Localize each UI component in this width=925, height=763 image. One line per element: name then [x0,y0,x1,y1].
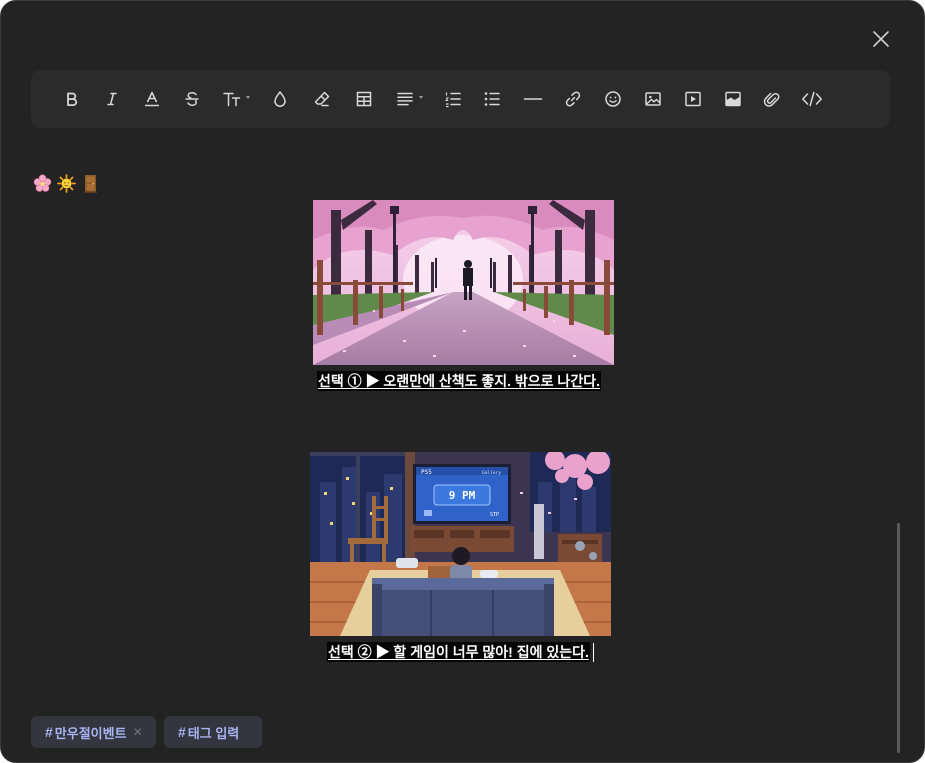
option1-image[interactable] [313,200,614,365]
tv-button: STP [490,512,499,518]
droplet-icon [274,91,286,107]
strikethrough-button[interactable] [180,87,204,111]
tag-chip-event[interactable]: # 만우절이벤트 ✕ [31,716,156,748]
bold-button[interactable] [60,87,84,111]
font-size-button[interactable] [220,87,250,111]
font-size-icon [223,92,241,107]
editor-modal: 선택 ① ▶ 오랜만에 산책도 좋지. 밖으로 나간다. PS5 Gallery… [0,0,925,763]
bullet-list-button[interactable] [480,87,504,111]
eraser-button[interactable] [310,87,334,111]
paperclip-icon [763,92,780,107]
table-icon [356,91,372,107]
link-icon [565,91,581,107]
hash-icon: # [45,724,53,740]
close-icon [873,31,889,47]
cherry-blossom-emoji [33,173,52,193]
bullet-list-icon [484,92,500,106]
italic-icon [107,92,117,106]
bold-icon [67,92,78,106]
code-button[interactable] [800,87,824,111]
sun-emoji [57,173,76,193]
horizontal-rule-button[interactable] [521,87,545,111]
scrollbar[interactable] [897,523,900,753]
option1-caption[interactable]: 선택 ① ▶ 오랜만에 산책도 좋지. 밖으로 나간다. [317,371,601,391]
editor-toolbar [31,70,890,128]
image-icon [645,92,661,106]
tv-badge: Gallery [482,470,501,476]
link-button[interactable] [561,87,585,111]
pixel-art-living-room-console: PS5 Gallery 9 PM STP [310,452,611,636]
table-button[interactable] [352,87,376,111]
tag-label: 만우절이벤트 [54,725,127,741]
emoji-button[interactable] [601,87,625,111]
tag-input-placeholder: 태그 입력 [187,725,240,741]
pixel-art-cherry-blossom-path [313,200,614,365]
image-button[interactable] [641,87,665,111]
embed-button[interactable] [721,87,745,111]
emoji-line [33,173,100,193]
strikethrough-icon [185,91,199,106]
video-icon [685,91,701,107]
attachment-button[interactable] [760,87,784,111]
option2-caption[interactable]: 선택 ② ▶ 할 게임이 너무 많아! 집에 있는다. [327,642,590,662]
highlight-button[interactable] [268,87,292,111]
door-emoji [81,174,100,193]
code-icon [802,91,822,107]
text-color-button[interactable] [140,87,164,111]
embed-icon [725,91,741,107]
ordered-list-button[interactable] [441,87,465,111]
video-button[interactable] [681,87,705,111]
eraser-icon [314,91,330,107]
emoji-icon [605,91,621,107]
hash-icon: # [178,724,186,740]
chevron-down-icon [246,96,250,99]
text-color-icon [145,91,159,107]
tv-time: 9 PM [449,489,476,502]
close-button[interactable] [867,25,895,53]
chevron-down-icon [419,96,423,99]
align-icon [397,92,413,106]
tag-remove-icon[interactable]: ✕ [133,725,143,739]
option2-image[interactable]: PS5 Gallery 9 PM STP [310,452,611,636]
align-button[interactable] [393,87,423,111]
horizontal-rule-icon [523,98,543,100]
text-cursor [593,643,594,662]
tag-input[interactable]: # 태그 입력 [164,716,262,748]
italic-button[interactable] [100,87,124,111]
tv-brand: PS5 [421,469,432,476]
ordered-list-icon [444,92,461,108]
